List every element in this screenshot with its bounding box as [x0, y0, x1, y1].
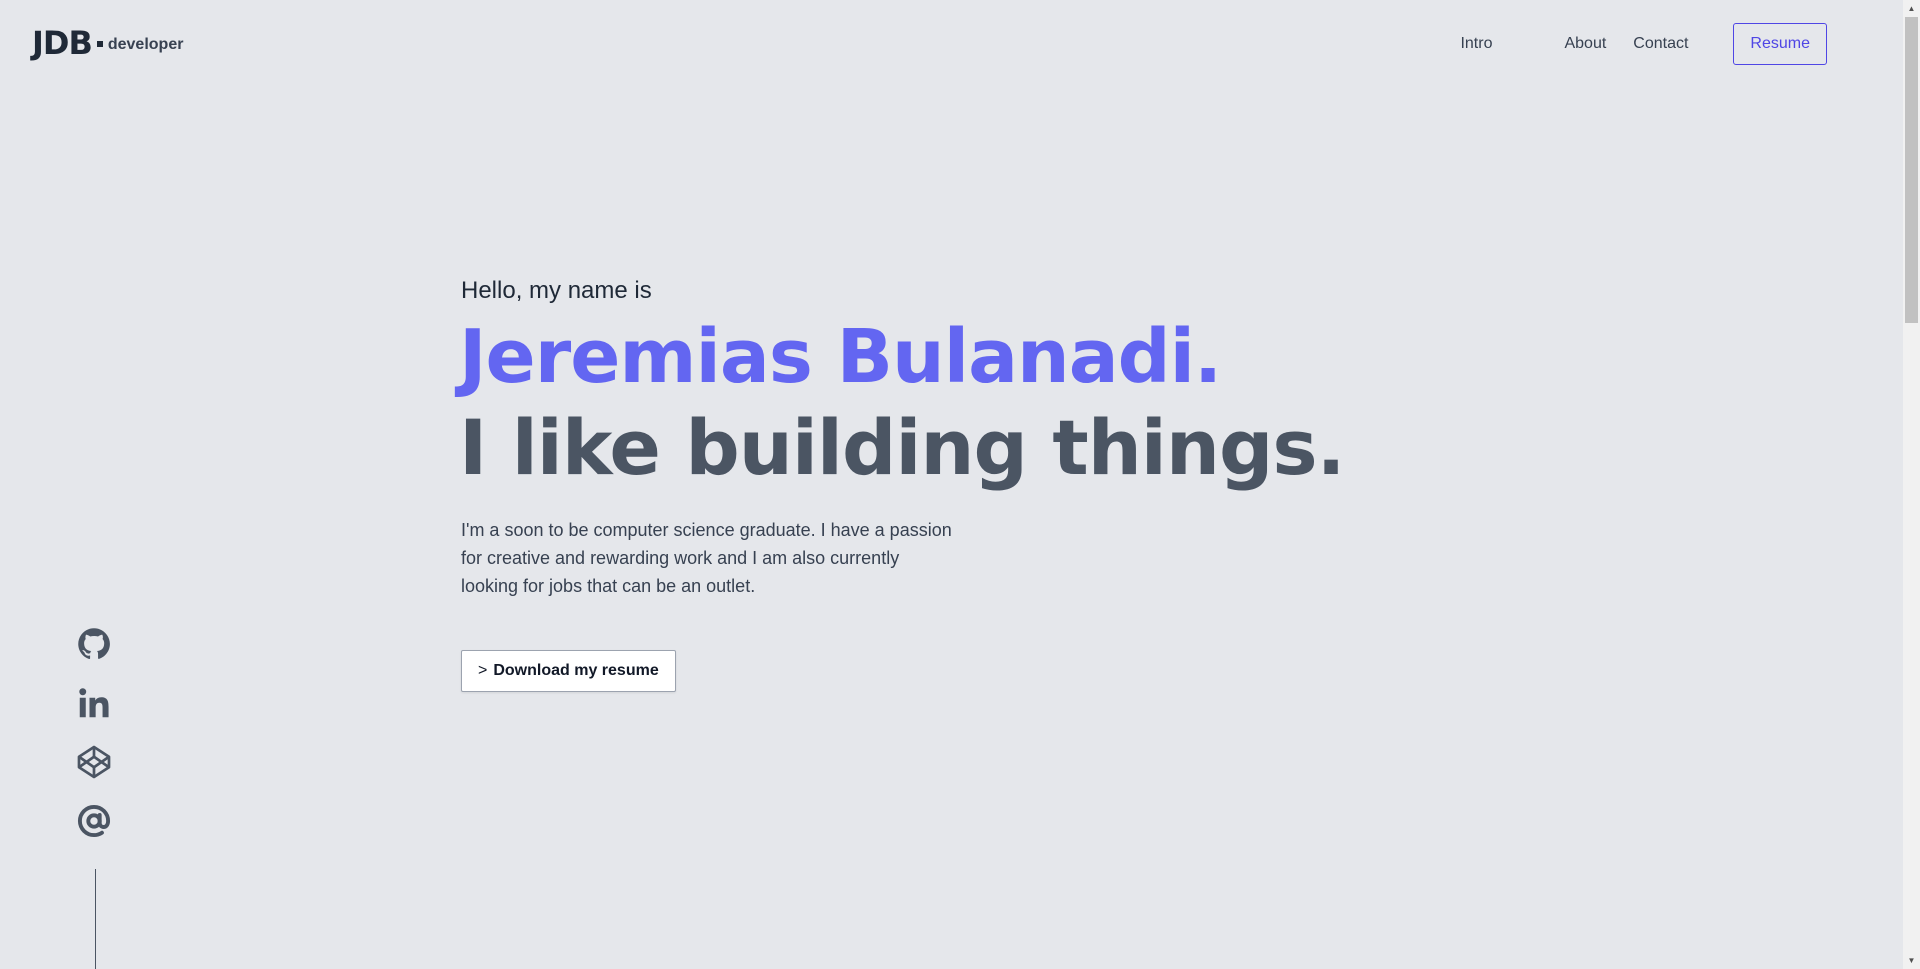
at-icon[interactable]: [76, 803, 112, 839]
hero-name: Jeremias Bulanadi.: [459, 314, 1222, 400]
scroll-thumb[interactable]: [1905, 17, 1918, 323]
hero-section: Hello, my name is Jeremias Bulanadi. I l…: [459, 274, 1461, 692]
main-nav: Intro About Contact Resume: [1435, 23, 1827, 65]
logo-dot: [96, 41, 103, 47]
codepen-icon[interactable]: [76, 744, 112, 780]
github-icon[interactable]: [76, 626, 112, 662]
nav-link-contact[interactable]: Contact: [1617, 25, 1704, 63]
logo-mark: JDB: [32, 24, 93, 62]
scrollbar[interactable]: ▲ ▼: [1903, 0, 1920, 969]
logo-link[interactable]: JDB developer: [32, 24, 183, 62]
hero-greeting: Hello, my name is: [461, 277, 652, 304]
page: JDB developer Intro About Contact Resume…: [0, 0, 1920, 969]
logo-subtitle: developer: [107, 36, 184, 53]
linkedin-icon[interactable]: [76, 685, 112, 721]
social-links: [76, 626, 116, 862]
nav-link-intro[interactable]: Intro: [1444, 25, 1508, 63]
download-prompt-glyph: >: [478, 662, 488, 679]
resume-button[interactable]: Resume: [1733, 23, 1827, 65]
hero-tagline: I like building things.: [459, 403, 1345, 492]
download-resume-label: Download my resume: [493, 662, 659, 679]
scroll-up-arrow-icon[interactable]: ▲: [1903, 0, 1920, 17]
download-resume-button[interactable]: > Download my resume: [461, 650, 676, 692]
scroll-down-arrow-icon[interactable]: ▼: [1903, 952, 1920, 969]
social-rail-line: [95, 869, 96, 969]
hero-bio: I'm a soon to be computer science gradua…: [461, 520, 952, 596]
nav-link-about[interactable]: About: [1548, 25, 1622, 63]
site-header: JDB developer Intro About Contact Resume: [0, 0, 1900, 90]
